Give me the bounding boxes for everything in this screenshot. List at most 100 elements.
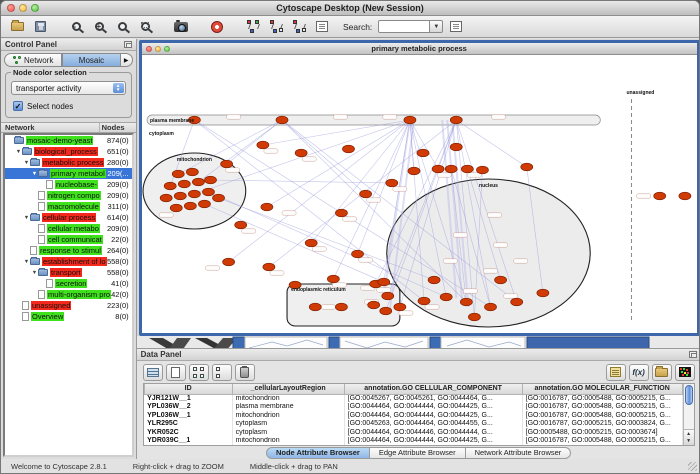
select-attributes-icon[interactable] <box>143 364 163 381</box>
zoom-in-icon[interactable]: + <box>89 18 109 36</box>
tree-row[interactable]: ▼transport558(0) <box>5 267 132 278</box>
network-node[interactable] <box>510 298 522 306</box>
network-node[interactable] <box>309 303 321 311</box>
tree-row[interactable]: mosaic-demo-yeast874(0) <box>5 135 132 146</box>
tree-row[interactable]: ▼primary metabol209(... <box>5 168 132 179</box>
table-cell[interactable]: plasma membrane <box>232 403 344 412</box>
network-node[interactable] <box>335 303 347 311</box>
zoom-selected-icon[interactable] <box>112 18 132 36</box>
tab-network[interactable]: Network <box>4 53 62 67</box>
tree-row[interactable]: secretion41(0) <box>5 278 132 289</box>
table-row[interactable]: YPL036W__1mitochondrion[GO:0044464, GO:0… <box>144 411 682 420</box>
table-cell[interactable]: mitochondrion <box>232 394 344 403</box>
tree-row[interactable]: ▼establishment of lo558(0) <box>5 256 132 267</box>
expand-selection-icon[interactable] <box>289 18 309 36</box>
label-icon[interactable] <box>606 364 626 381</box>
delete-attribute-icon[interactable] <box>235 364 255 381</box>
network-node[interactable] <box>520 163 532 171</box>
create-attribute-icon[interactable] <box>166 364 186 381</box>
network-node[interactable] <box>170 204 182 212</box>
network-node[interactable] <box>461 165 473 173</box>
table-cell[interactable]: [GO:0016787, GO:0005488, GO:0005215, G..… <box>522 437 682 446</box>
network-node[interactable] <box>351 250 363 258</box>
table-column-header[interactable]: ID <box>144 384 232 394</box>
network-node[interactable] <box>367 301 379 309</box>
search-dropdown-button[interactable]: ▼ <box>430 20 443 33</box>
table-cell[interactable]: mitochondrion <box>232 437 344 446</box>
table-cell[interactable]: [GO:0045263, GO:0044464, GO:0044455, G..… <box>344 420 522 429</box>
network-node[interactable] <box>178 180 190 188</box>
network-node[interactable] <box>417 149 429 157</box>
network-node[interactable] <box>359 190 371 198</box>
table-cell[interactable]: [GO:0005488, GO:0005215, GO:0003674] <box>522 428 682 437</box>
network-node[interactable] <box>262 263 274 271</box>
network-node[interactable] <box>212 194 224 202</box>
formula-builder-icon[interactable]: f(x) <box>629 364 649 381</box>
network-node[interactable] <box>408 167 420 175</box>
network-node[interactable] <box>172 170 184 178</box>
table-cell[interactable]: YPL036W__2 <box>144 403 232 412</box>
network-node[interactable] <box>184 202 196 210</box>
tab-mosaic[interactable]: Mosaic <box>62 53 120 67</box>
network-node[interactable] <box>418 297 430 305</box>
table-cell[interactable]: YKR052C <box>144 428 232 437</box>
network-node[interactable] <box>234 221 246 229</box>
network-view-window[interactable]: primary metabolic process plasma membran… <box>139 40 700 336</box>
open-session-icon[interactable] <box>7 18 27 36</box>
table-row[interactable]: YJR121W__1mitochondrion[GO:0045267, GO:0… <box>144 394 682 403</box>
network-node[interactable] <box>188 190 200 198</box>
import-table-icon[interactable] <box>652 364 672 381</box>
network-node[interactable] <box>204 176 216 184</box>
tree-expand-icon[interactable]: ▼ <box>23 259 30 265</box>
tree-column-network[interactable]: Network <box>1 123 100 132</box>
vizmapper-icon[interactable] <box>243 18 263 36</box>
tab-edge-attribute-browser[interactable]: Edge Attribute Browser <box>370 447 466 459</box>
table-cell[interactable]: [GO:0016787, GO:0005488, GO:0005215, G..… <box>522 403 682 412</box>
tab-network-attribute-browser[interactable]: Network Attribute Browser <box>466 447 572 459</box>
tab-node-attribute-browser[interactable]: Node Attribute Browser <box>266 447 370 459</box>
tree-row[interactable]: Overview8(0) <box>5 311 132 322</box>
network-node[interactable] <box>494 276 506 284</box>
table-row[interactable]: YLR295Ccytoplasm[GO:0045263, GO:0044464,… <box>144 420 682 429</box>
tree-row[interactable]: macromolecule311(0) <box>5 201 132 212</box>
table-cell[interactable]: YLR295C <box>144 420 232 429</box>
table-cell[interactable]: mitochondrion <box>232 411 344 420</box>
network-node[interactable] <box>305 239 317 247</box>
tab-overflow-button[interactable]: ▶ <box>121 53 133 67</box>
tree-row[interactable]: cell communicat22(0) <box>5 234 132 245</box>
table-cell[interactable]: cytoplasm <box>232 420 344 429</box>
network-node[interactable] <box>428 276 440 284</box>
attribute-checklist-icon[interactable]: ✓✓✓ <box>189 364 209 381</box>
network-node[interactable] <box>678 192 690 200</box>
tree-row[interactable]: ▼cellular process614(0) <box>5 212 132 223</box>
tree-row[interactable]: nucleobase-209(0) <box>5 179 132 190</box>
network-node[interactable] <box>460 298 472 306</box>
network-node[interactable] <box>445 165 457 173</box>
select-first-neighbors-icon[interactable] <box>266 18 286 36</box>
network-node[interactable] <box>440 293 452 301</box>
tree-row[interactable]: ▼metabolic process280(0) <box>5 157 132 168</box>
network-node[interactable] <box>468 313 480 321</box>
network-node[interactable] <box>256 141 268 149</box>
network-node[interactable] <box>536 289 548 297</box>
table-row[interactable]: YPL036W__2plasma membrane[GO:0044464, GO… <box>144 403 682 412</box>
table-column-header[interactable]: annotation.GO CELLULAR_COMPONENT <box>344 384 522 394</box>
node-color-dropdown[interactable]: transporter activity ▲▼ <box>11 81 126 95</box>
table-cell[interactable]: YDR039C__1 <box>144 437 232 446</box>
table-cell[interactable]: cytoplasm <box>232 428 344 437</box>
tree-row[interactable]: multi-organism pro42(0) <box>5 289 132 300</box>
scroll-down-icon[interactable]: ▼ <box>686 438 691 444</box>
table-row[interactable]: YDR039C__1mitochondrion[GO:0044464, GO:0… <box>144 437 682 446</box>
heatmap-icon[interactable] <box>675 364 695 381</box>
table-scrollbar[interactable]: ▲ ▼ <box>683 384 694 445</box>
table-cell[interactable]: [GO:0016787, GO:0005215, GO:0003824, G..… <box>522 420 682 429</box>
table-column-header[interactable]: _cellularLayoutRegion <box>232 384 344 394</box>
network-node[interactable] <box>164 182 176 190</box>
data-panel-float-icon[interactable] <box>689 351 697 358</box>
network-node[interactable] <box>220 160 232 168</box>
network-node[interactable] <box>335 209 347 217</box>
network-node[interactable] <box>260 203 272 211</box>
network-node[interactable] <box>327 275 339 283</box>
annotation-icon[interactable] <box>312 18 332 36</box>
network-node[interactable] <box>379 307 391 315</box>
